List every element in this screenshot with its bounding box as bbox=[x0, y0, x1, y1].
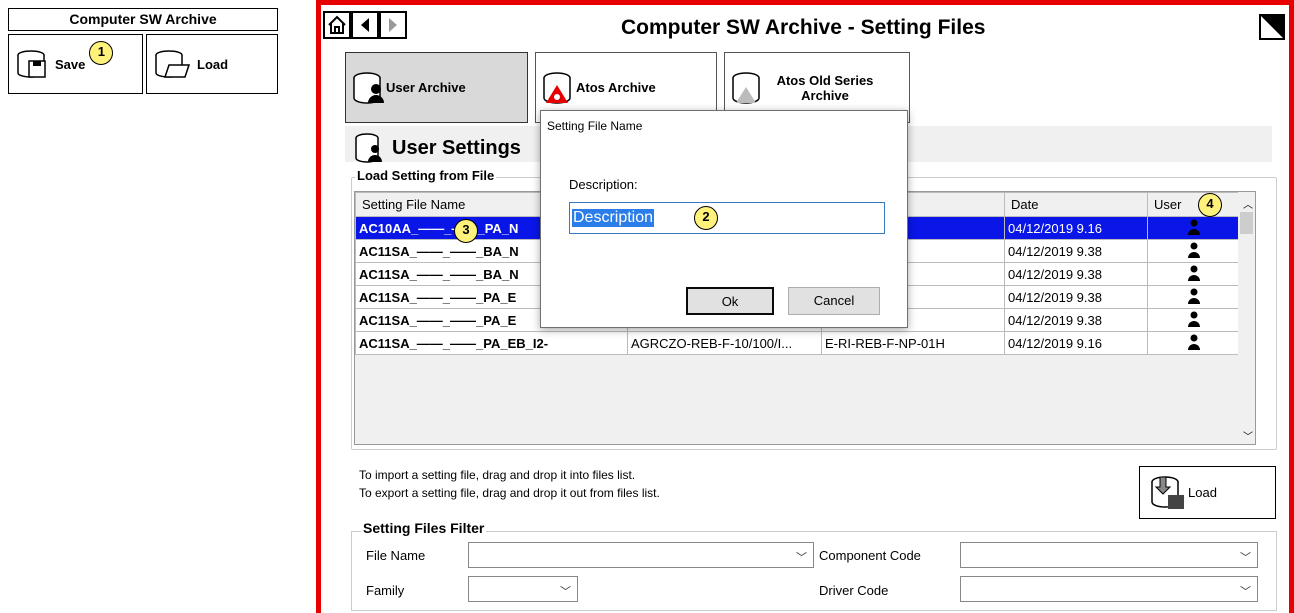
user-cell bbox=[1147, 285, 1240, 309]
load-file-label: Load bbox=[1188, 485, 1217, 500]
ok-button[interactable]: Ok bbox=[686, 287, 774, 315]
table-vertical-scrollbar[interactable]: ︿ ﹀ bbox=[1238, 192, 1255, 444]
scroll-up-icon[interactable]: ︿ bbox=[1243, 196, 1253, 211]
export-help-text: To export a setting file, drag and drop … bbox=[359, 486, 660, 500]
description-label: Description: bbox=[569, 177, 638, 192]
date-cell: 04/12/2019 9.38 bbox=[1004, 239, 1148, 263]
chevron-down-icon: ﹀ bbox=[560, 586, 571, 598]
component-code-combo[interactable]: ﹀ bbox=[960, 542, 1258, 568]
date-cell: 04/12/2019 9.16 bbox=[1004, 331, 1148, 355]
user-icon bbox=[1187, 334, 1200, 350]
family-combo[interactable]: ﹀ bbox=[468, 576, 578, 602]
menu-corner-button[interactable] bbox=[1259, 14, 1285, 40]
setting-file-name-dialog: Setting File Name Description: Descripti… bbox=[540, 110, 908, 328]
date-cell: 04/12/2019 9.38 bbox=[1004, 308, 1148, 332]
load-label: Load bbox=[197, 56, 229, 72]
table-row[interactable]: AC11SA_——_——_PA_EB_I2- AGRCZO-REB-F-10/10… bbox=[355, 331, 1240, 355]
user-database-small-icon bbox=[355, 133, 382, 163]
mini-panel-title: Computer SW Archive bbox=[8, 8, 278, 31]
mini-load-button[interactable]: Load bbox=[146, 34, 278, 94]
atos-database-icon bbox=[543, 71, 571, 104]
import-help-text: To import a setting file, drag and drop … bbox=[359, 468, 636, 482]
cell-col2: AGRCZO-REB-F-10/100/I... bbox=[627, 331, 822, 355]
title-bar: Computer SW Archive - Setting Files bbox=[321, 5, 1289, 40]
date-cell: 04/12/2019 9.38 bbox=[1004, 285, 1148, 309]
forward-button[interactable] bbox=[379, 11, 407, 39]
driver-code-label: Driver Code bbox=[819, 583, 889, 598]
load-file-button[interactable]: Load bbox=[1139, 466, 1276, 519]
home-button[interactable] bbox=[323, 11, 351, 39]
corner-triangle-icon bbox=[1261, 16, 1283, 38]
callout-badge-1: 1 bbox=[89, 41, 114, 65]
user-icon bbox=[1187, 311, 1200, 327]
user-settings-heading: User Settings bbox=[354, 132, 521, 164]
user-cell bbox=[1147, 262, 1240, 286]
user-icon bbox=[1187, 242, 1200, 258]
load-setting-group-label: Load Setting from File bbox=[355, 168, 497, 183]
user-cell bbox=[1147, 239, 1240, 263]
description-input-value: Description bbox=[572, 209, 655, 227]
user-archive-label: User Archive bbox=[386, 80, 466, 95]
load-database-icon bbox=[1151, 475, 1184, 509]
atos-old-archive-label: Atos Old Series Archive bbox=[776, 72, 874, 103]
cancel-button[interactable]: Cancel bbox=[788, 287, 880, 315]
save-disk-icon bbox=[17, 50, 46, 78]
user-icon bbox=[1187, 288, 1200, 304]
description-input[interactable]: Description 2 bbox=[569, 202, 885, 234]
chevron-down-icon: ﹀ bbox=[796, 552, 807, 564]
file-name-label: File Name bbox=[366, 548, 426, 563]
column-header-date[interactable]: Date bbox=[1004, 192, 1148, 217]
cell-col3: E-RI-REB-F-NP-01H bbox=[821, 331, 1005, 355]
callout-badge-2: 2 bbox=[694, 206, 718, 230]
save-label: Save bbox=[55, 56, 86, 72]
home-icon bbox=[328, 15, 346, 34]
scroll-down-icon[interactable]: ﹀ bbox=[1243, 428, 1253, 443]
back-button[interactable] bbox=[351, 11, 379, 39]
window-title: Computer SW Archive - Setting Files bbox=[621, 16, 986, 39]
column-header-user[interactable]: User bbox=[1147, 192, 1240, 217]
chevron-down-icon: ﹀ bbox=[1240, 586, 1251, 598]
user-cell bbox=[1147, 308, 1240, 332]
chevron-down-icon: ﹀ bbox=[1240, 552, 1251, 564]
driver-code-combo[interactable]: ﹀ bbox=[960, 576, 1258, 602]
file-name-cell: AC11SA_——_——_PA_EB_I2- bbox=[355, 331, 628, 355]
mini-save-button[interactable]: Save 1 bbox=[8, 34, 143, 94]
arrow-left-icon bbox=[361, 18, 369, 32]
file-name-combo[interactable]: ﹀ bbox=[468, 542, 814, 568]
atos-archive-label: Atos Archive bbox=[576, 80, 656, 95]
callout-badge-3: 3 bbox=[454, 219, 478, 243]
user-cell bbox=[1147, 331, 1240, 355]
date-cell: 04/12/2019 9.38 bbox=[1004, 262, 1148, 286]
user-cell bbox=[1147, 216, 1240, 240]
family-label: Family bbox=[366, 583, 405, 598]
callout-badge-4: 4 bbox=[1198, 193, 1222, 217]
component-code-label: Component Code bbox=[819, 548, 921, 563]
arrow-right-icon bbox=[389, 18, 397, 32]
scroll-thumb[interactable] bbox=[1240, 212, 1253, 234]
user-icon bbox=[1187, 219, 1200, 235]
user-database-icon bbox=[353, 71, 384, 104]
user-archive-button[interactable]: User Archive bbox=[345, 52, 528, 123]
load-folder-icon bbox=[155, 50, 191, 78]
atos-old-database-icon bbox=[732, 71, 760, 104]
user-settings-title: User Settings bbox=[392, 136, 521, 159]
dialog-title: Setting File Name bbox=[547, 119, 643, 133]
date-cell: 04/12/2019 9.16 bbox=[1004, 216, 1148, 240]
user-icon bbox=[1187, 265, 1200, 281]
user-column-label: User bbox=[1154, 197, 1182, 212]
filter-group-label: Setting Files Filter bbox=[361, 520, 487, 536]
